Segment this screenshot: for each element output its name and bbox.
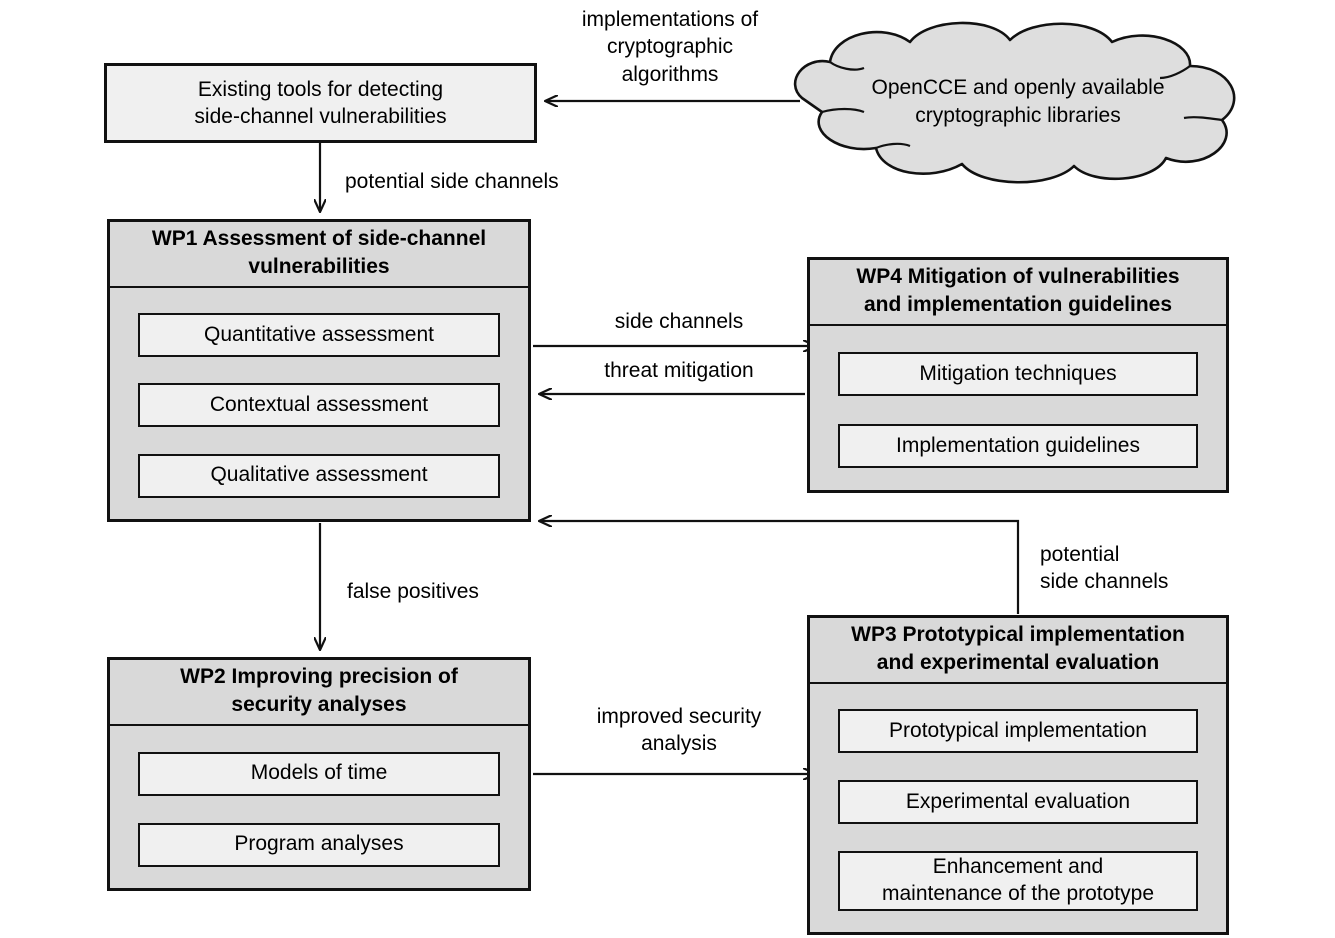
edge-label-cloud-to-tools: implementations of cryptographic algorit… [581,8,759,86]
wp2-node[interactable]: WP2 Improving precision of security anal… [107,657,531,891]
wp1-node[interactable]: WP1 Assessment of side-channel vulnerabi… [107,219,531,522]
wp3-header: WP3 Prototypical implementation and expe… [810,618,1226,684]
wp4-item-mitigation-techniques[interactable]: Mitigation techniques [838,352,1198,396]
wp2-item-program-analyses[interactable]: Program analyses [138,822,500,867]
wp4-item-implementation-guidelines[interactable]: Implementation guidelines [838,424,1198,468]
wp1-item-quantitative[interactable]: Quantitative assessment [138,313,500,358]
wp3-node[interactable]: WP3 Prototypical implementation and expe… [807,615,1229,935]
edge-label-wp2-to-wp3: improved security analysis [596,705,762,756]
edge-wp3-to-wp1 [540,521,1020,614]
wp1-header: WP1 Assessment of side-channel vulnerabi… [110,222,528,288]
wp2-item-models-of-time[interactable]: Models of time [138,751,500,796]
edge-label-tools-to-wp1: potential side channels [345,170,559,193]
wp2-header: WP2 Improving precision of security anal… [110,660,528,726]
wp3-item-prototypical-implementation[interactable]: Prototypical implementation [838,709,1198,754]
cloud-label: OpenCCE and openly available cryptograph… [871,76,1165,127]
wp4-header: WP4 Mitigation of vulnerabilities and im… [810,260,1226,326]
wp1-item-contextual[interactable]: Contextual assessment [138,383,500,428]
edge-label-wp1-to-wp2: false positives [347,580,479,603]
wp1-item-qualitative[interactable]: Qualitative assessment [138,453,500,498]
edge-label-wp4-to-wp1: threat mitigation [604,359,754,382]
edge-label-wp1-to-wp4: side channels [614,310,744,333]
wp4-node[interactable]: WP4 Mitigation of vulnerabilities and im… [807,257,1229,493]
wp3-item-experimental-evaluation[interactable]: Experimental evaluation [838,779,1198,824]
existing-tools-node[interactable]: Existing tools for detecting side-channe… [104,63,537,143]
existing-tools-label: Existing tools for detecting side-channe… [194,77,447,128]
edge-label-wp3-to-wp1: potential side channels [1040,543,1169,594]
wp3-item-enhancement-maintenance[interactable]: Enhancement and maintenance of the proto… [838,850,1198,911]
diagram-canvas: OpenCCE and openly available cryptograph… [0,0,1335,938]
cloud-node: OpenCCE and openly available cryptograph… [778,16,1258,186]
